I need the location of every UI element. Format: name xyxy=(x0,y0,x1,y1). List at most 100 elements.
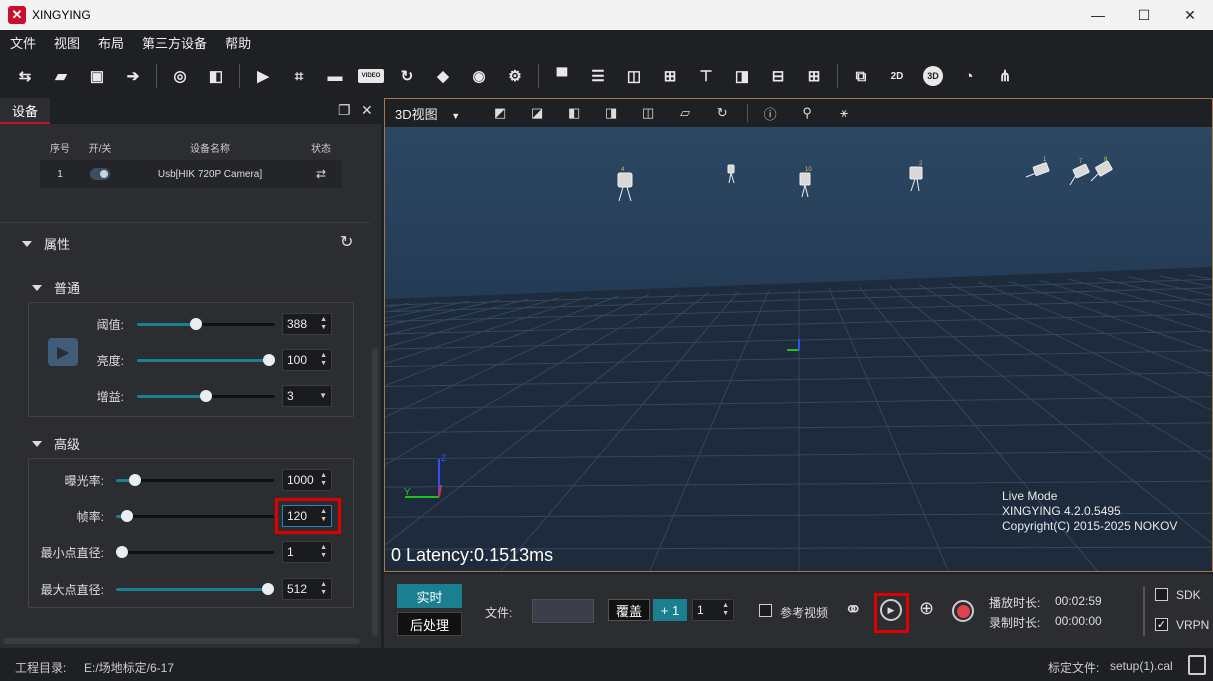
layout-1-icon[interactable]: ▀ xyxy=(549,63,575,89)
ref-video-checkbox[interactable] xyxy=(759,604,772,617)
slider-knob[interactable] xyxy=(200,390,212,402)
min-diameter-slider[interactable] xyxy=(116,546,274,558)
threshold-slider[interactable] xyxy=(137,318,275,330)
layout-6-icon[interactable]: ◨ xyxy=(729,63,755,89)
view-cube-side-icon[interactable]: ◧ xyxy=(562,101,586,125)
view-cube-front-icon[interactable]: ◩ xyxy=(488,101,512,125)
refresh-icon[interactable]: ↻ xyxy=(340,232,353,252)
slider-knob[interactable] xyxy=(116,546,128,558)
spin-arrows-icon[interactable]: ▲ ▼ xyxy=(320,316,327,332)
postprocess-button[interactable]: 后处理 xyxy=(397,612,462,636)
unlock-icon[interactable]: ⊕ xyxy=(919,598,934,619)
spin-arrows-icon[interactable]: ▲ ▼ xyxy=(320,472,327,488)
framerate-slider[interactable] xyxy=(116,510,274,522)
swap-icon[interactable]: ⇆ xyxy=(12,63,38,89)
slider-knob[interactable] xyxy=(121,510,134,522)
replay-icon[interactable]: ↻ xyxy=(394,63,420,89)
view-cube-right-icon[interactable]: ▱ xyxy=(673,101,697,125)
minimize-button[interactable]: — xyxy=(1075,0,1121,30)
max-diameter-slider[interactable] xyxy=(116,583,274,595)
3d-viewport[interactable]: 4 10 2 1 7 8 Y Z 3D视图 ▼ ◩ ◪ ◧ ◨ ◫ ▱ ↻ ⓘ … xyxy=(384,98,1213,572)
export-icon[interactable]: ➔ xyxy=(120,63,146,89)
frame-icon[interactable]: ⌗ xyxy=(286,63,312,89)
bike-icon[interactable]: ⚲ xyxy=(795,101,819,125)
vrpn-checkbox[interactable]: ✓ xyxy=(1155,618,1168,631)
video-camera-icon[interactable]: ▶ xyxy=(250,63,276,89)
record-icon[interactable] xyxy=(952,600,974,622)
float-panel-icon[interactable]: ❐ xyxy=(338,102,351,119)
menu-third-party[interactable]: 第三方设备 xyxy=(142,33,207,52)
3d-icon[interactable]: 3D xyxy=(923,66,943,86)
play-time-value: 00:02:59 xyxy=(1055,594,1102,608)
camera-switch-icon[interactable]: ◧ xyxy=(203,63,229,89)
layout-8-icon[interactable]: ⊞ xyxy=(801,63,827,89)
menu-file[interactable]: 文件 xyxy=(10,33,36,52)
tab-devices[interactable]: 设备 xyxy=(0,98,50,124)
slider-knob[interactable] xyxy=(262,583,274,595)
wifi-icon[interactable]: ◉ xyxy=(466,63,492,89)
maximize-button[interactable]: ☐ xyxy=(1121,0,1167,30)
hide-icon[interactable]: ◎ xyxy=(167,63,193,89)
chevron-down-icon[interactable]: ▼ xyxy=(319,392,327,400)
view-cube-back-icon[interactable]: ◨ xyxy=(599,101,623,125)
skeleton-icon[interactable]: ⋔ xyxy=(992,63,1018,89)
spin-arrows-icon[interactable]: ▲ ▼ xyxy=(320,544,327,560)
min-diameter-input[interactable]: 1 ▲ ▼ xyxy=(282,541,332,563)
menu-view[interactable]: 视图 xyxy=(54,33,80,52)
exposure-input[interactable]: 1000 ▲ ▼ xyxy=(282,469,332,491)
close-panel-icon[interactable]: ✕ xyxy=(361,102,373,119)
close-button[interactable]: ✕ xyxy=(1167,0,1213,30)
ruler-bar-icon[interactable]: ▬ xyxy=(322,63,348,89)
brightness-slider[interactable] xyxy=(137,354,275,366)
advanced-section-header[interactable]: 高级 xyxy=(32,434,80,453)
view-cube-left-icon[interactable]: ◫ xyxy=(636,101,660,125)
count-input[interactable]: 1 ▲ ▼ xyxy=(692,599,734,621)
hide-markers-icon[interactable]: ⚹ xyxy=(832,101,856,125)
device-toggle[interactable] xyxy=(90,168,110,180)
realtime-button[interactable]: 实时 xyxy=(397,584,462,608)
link-icon[interactable]: ⚭ xyxy=(844,597,862,623)
menu-help[interactable]: 帮助 xyxy=(225,33,251,52)
dashboard-icon[interactable]: ◔ xyxy=(956,63,982,89)
person-icon[interactable]: ⓘ xyxy=(758,101,782,125)
layout-3-icon[interactable]: ◫ xyxy=(621,63,647,89)
gain-select[interactable]: 3 ▼ xyxy=(282,385,332,407)
sdk-checkbox[interactable] xyxy=(1155,588,1168,601)
layout-2-icon[interactable]: ☰ xyxy=(585,63,611,89)
view-mode-select[interactable]: 3D视图 ▼ xyxy=(395,104,460,123)
menu-layout[interactable]: 布局 xyxy=(98,33,124,52)
table-row[interactable]: 1 Usb[HIK 720P Camera] ⇄ xyxy=(40,160,342,188)
layout-4-icon[interactable]: ⊞ xyxy=(657,63,683,89)
file-input[interactable] xyxy=(532,599,594,623)
threshold-input[interactable]: 388 ▲ ▼ xyxy=(282,313,332,335)
2d-icon[interactable]: 2D xyxy=(884,63,910,89)
file-search-icon[interactable] xyxy=(1188,655,1206,675)
horizontal-scrollbar[interactable] xyxy=(3,638,360,644)
save-icon[interactable]: ▣ xyxy=(84,63,110,89)
brightness-input[interactable]: 100 ▲ ▼ xyxy=(282,349,332,371)
video-icon[interactable]: VIDEO xyxy=(358,69,384,83)
slider-knob[interactable] xyxy=(128,474,141,486)
properties-section-header[interactable]: 属性 xyxy=(22,234,70,253)
collapse-triangle-icon xyxy=(22,240,32,247)
settings-icon[interactable]: ⚙ xyxy=(502,63,528,89)
exposure-slider[interactable] xyxy=(116,474,274,486)
vertical-scrollbar[interactable] xyxy=(372,348,378,636)
layers-icon[interactable]: ◆ xyxy=(430,63,456,89)
spin-arrows-icon[interactable]: ▲ ▼ xyxy=(320,581,327,597)
overwrite-button[interactable]: 覆盖 xyxy=(608,599,650,621)
slider-knob[interactable] xyxy=(263,354,275,366)
ruler-icon[interactable]: ▰ xyxy=(48,63,74,89)
link-status-icon: ⇄ xyxy=(315,167,327,181)
layout-5-icon[interactable]: ⊤ xyxy=(693,63,719,89)
spin-arrows-icon[interactable]: ▲ ▼ xyxy=(320,352,327,368)
export-video-icon[interactable]: ⧉ xyxy=(848,63,874,89)
view-cube-top-icon[interactable]: ◪ xyxy=(525,101,549,125)
spin-arrows-icon[interactable]: ▲ ▼ xyxy=(722,602,729,618)
layout-7-icon[interactable]: ⊟ xyxy=(765,63,791,89)
general-section-header[interactable]: 普通 xyxy=(32,278,80,297)
max-diameter-input[interactable]: 512 ▲ ▼ xyxy=(282,578,332,600)
gain-slider[interactable] xyxy=(137,390,275,402)
reset-view-icon[interactable]: ↻ xyxy=(710,101,734,125)
increment-button[interactable]: + 1 xyxy=(653,599,687,621)
